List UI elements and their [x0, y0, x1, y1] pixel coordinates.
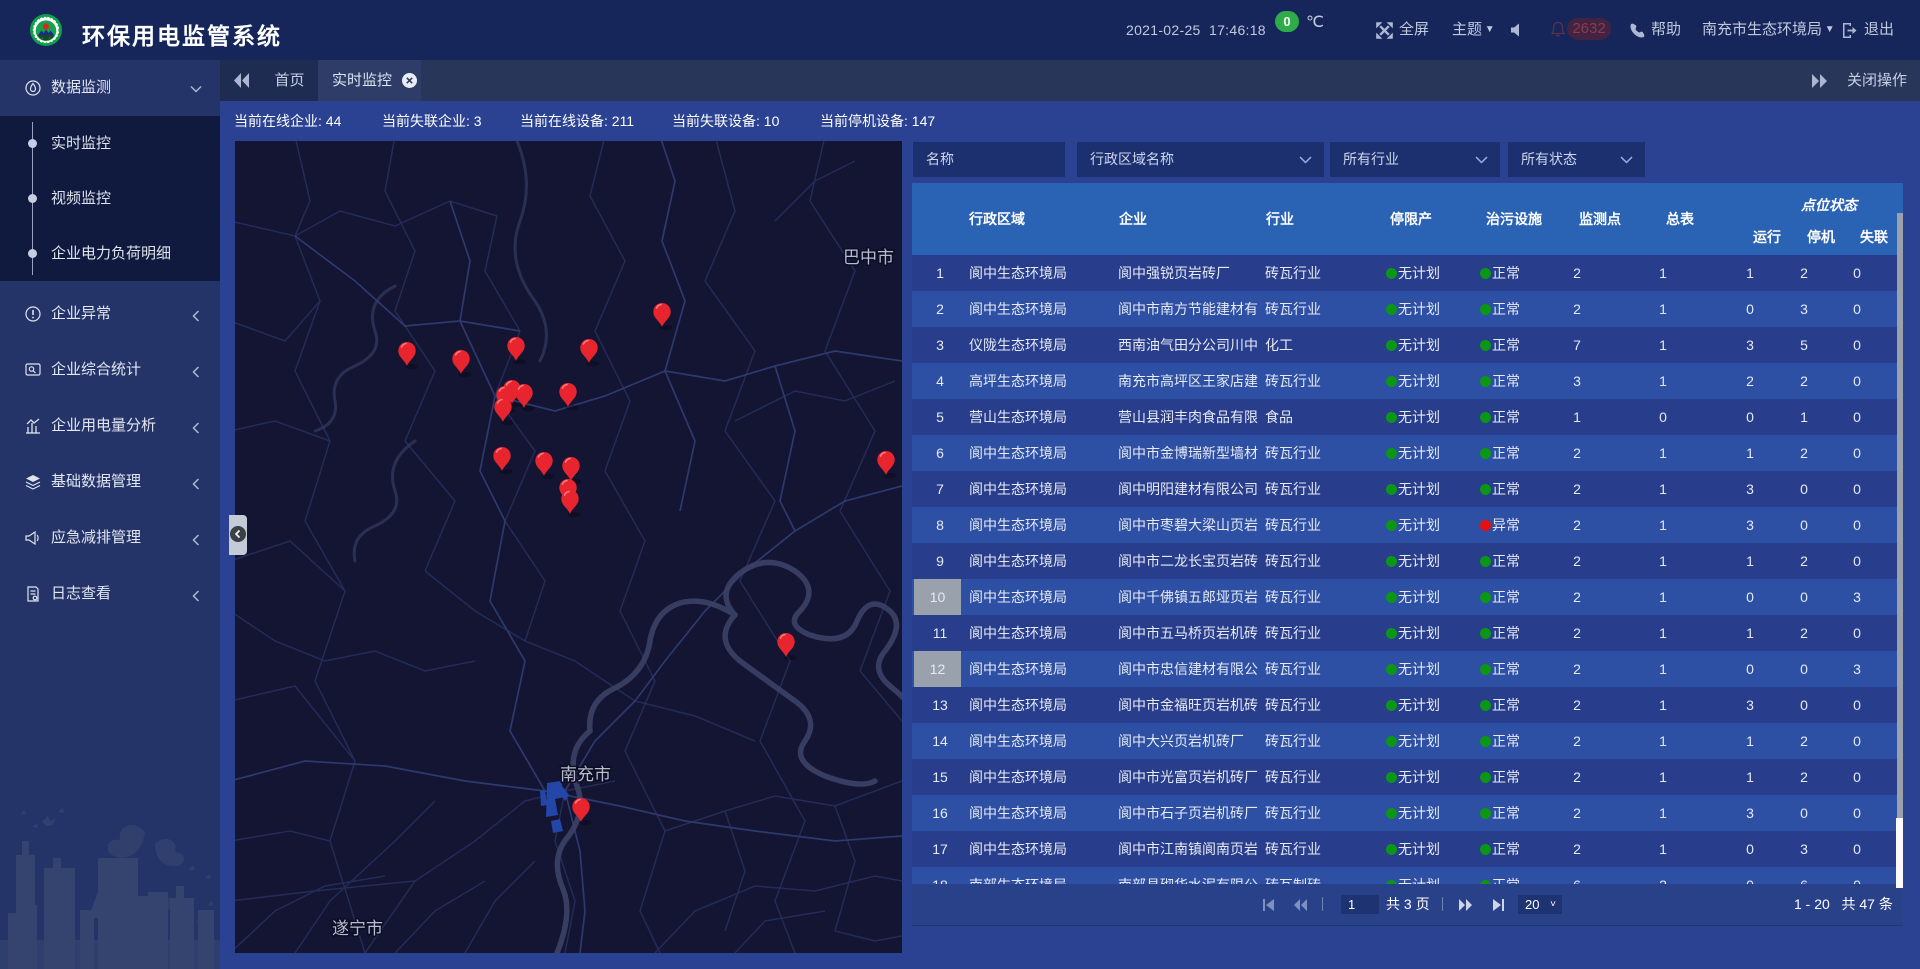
svg-text:巴中市: 巴中市 [843, 248, 894, 267]
svg-text:遂宁市: 遂宁市 [332, 919, 383, 938]
svg-text:南充市: 南充市 [560, 765, 611, 784]
